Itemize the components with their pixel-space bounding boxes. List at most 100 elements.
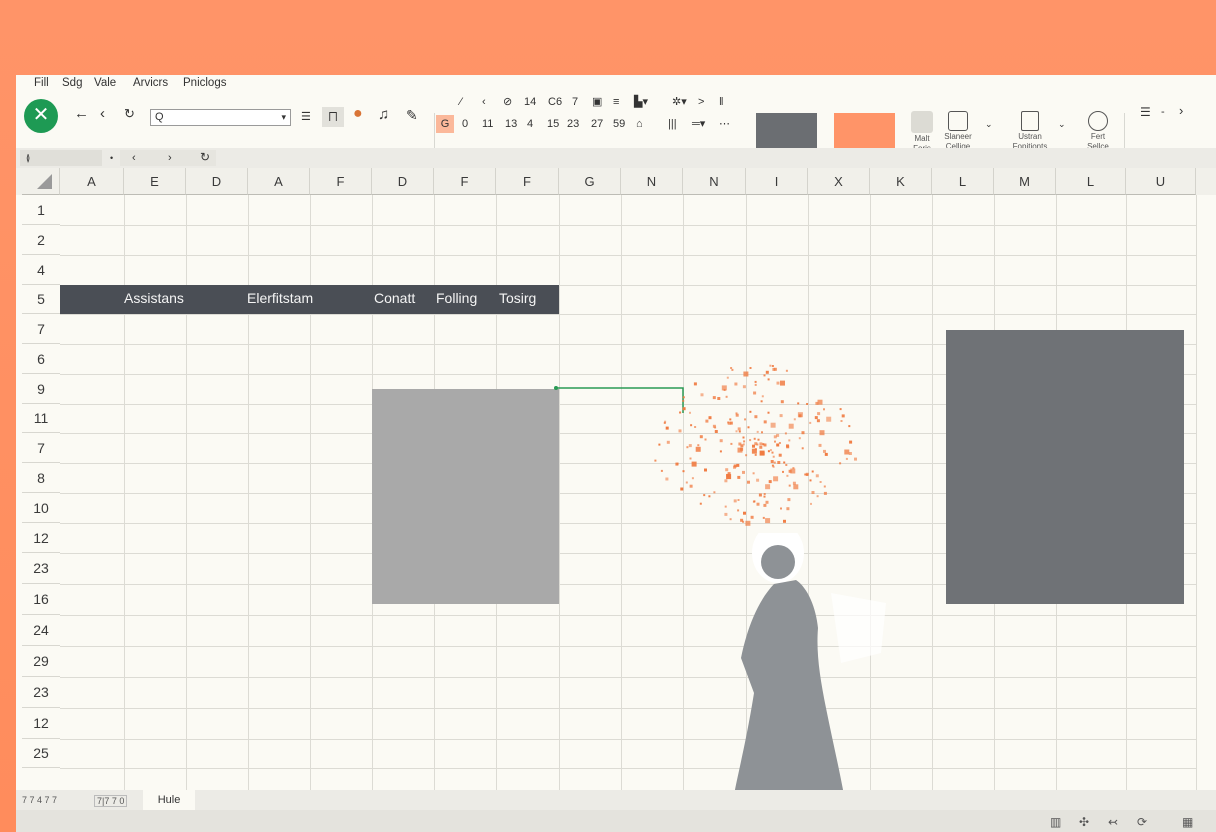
row-header-2[interactable]: 2 (22, 225, 60, 255)
header-cell-conatt[interactable]: Conatt (374, 290, 415, 306)
border-icon[interactable]: ▣ (592, 95, 602, 109)
row-header-3[interactable]: 4 (22, 255, 60, 285)
chart-placeholder-block[interactable] (946, 330, 1184, 604)
chevron-down-icon[interactable]: ⌄ (1058, 117, 1066, 131)
row-header-6[interactable]: 6 (22, 344, 60, 374)
font-number-4[interactable]: 15 (547, 117, 559, 131)
sheet-index-box[interactable]: 7|7 7 0 (94, 795, 128, 807)
row-header-11[interactable]: 10 (22, 493, 60, 523)
undo-icon[interactable]: ‹ (100, 106, 105, 121)
slaneer-cellige-button[interactable]: Slaneer Cellige (934, 111, 982, 151)
fert-sellce-button[interactable]: Fert Sellce (1074, 111, 1122, 151)
column-header-2[interactable]: E (124, 168, 186, 195)
row-header-4[interactable]: 5 (22, 285, 60, 314)
column-header-11[interactable]: N (683, 168, 746, 195)
refresh-icon[interactable]: ↻ (200, 150, 210, 164)
row-header-19[interactable]: 25 (22, 739, 60, 768)
row-header-5[interactable]: 7 (22, 314, 60, 344)
lines-icon[interactable]: ═▾ (692, 117, 705, 131)
format-value-c6[interactable]: C6 (548, 95, 562, 109)
sheet-tab-hule[interactable]: Hule (143, 790, 195, 810)
menu-pniclogs[interactable]: Pniclogs (183, 77, 226, 89)
column-header-14[interactable]: K (870, 168, 932, 195)
cell-ref-box[interactable] (20, 150, 102, 166)
font-number-2[interactable]: 13 (505, 117, 517, 131)
select-all-corner[interactable] (22, 168, 60, 195)
sparkle-icon[interactable]: ✲▾ (672, 95, 687, 109)
row-header-12[interactable]: 12 (22, 523, 60, 553)
column-header-7[interactable]: F (434, 168, 496, 195)
header-cell-folling[interactable]: Folling (436, 290, 477, 306)
page-layout-icon[interactable]: ▥ (1050, 815, 1061, 829)
minus-icon[interactable]: - (1161, 105, 1165, 119)
header-cell-elerfitstam[interactable]: Elerfitstam (247, 290, 313, 306)
format-value-7[interactable]: 7 (572, 95, 578, 109)
format-value-14[interactable]: 14 (524, 95, 536, 109)
menu-vale[interactable]: Vale (94, 77, 116, 89)
menu-arvicrs[interactable]: Arvicrs (133, 77, 168, 89)
barcode-icon[interactable]: ||| (668, 117, 677, 131)
highlight-icon[interactable]: G (436, 115, 454, 133)
zoom-icon[interactable]: ▦ (1182, 815, 1193, 829)
chevron-right-icon[interactable]: › (168, 151, 172, 165)
lock-icon[interactable]: ⌂ (636, 117, 643, 131)
row-header-10[interactable]: 8 (22, 463, 60, 493)
redo-icon[interactable]: ↻ (124, 107, 135, 121)
menu-fill[interactable]: Fill (34, 77, 49, 89)
column-header-12[interactable]: I (746, 168, 808, 195)
sheet-nav-arrows[interactable]: 7 7 4 7 7 (22, 795, 57, 805)
arrow-left-icon[interactable]: ↢ (1108, 815, 1118, 829)
link-icon[interactable]: ⊘ (503, 95, 512, 109)
music-note-icon[interactable]: ♫ (378, 107, 389, 122)
column-header-17[interactable]: L (1056, 168, 1126, 195)
more-icon[interactable]: ⋯ (719, 117, 730, 131)
sync-icon[interactable]: ⟳ (1137, 815, 1147, 829)
column-header-3[interactable]: D (186, 168, 248, 195)
row-header-9[interactable]: 7 (22, 433, 60, 463)
selected-range-block[interactable] (372, 389, 559, 604)
row-header-16[interactable]: 29 (22, 646, 60, 677)
chevron-right-icon[interactable]: › (1179, 104, 1183, 118)
font-number-0[interactable]: 0 (462, 117, 468, 131)
fill-icon[interactable]: ▙▾ (634, 95, 648, 109)
chevron-down-icon[interactable]: ⌄ (985, 117, 993, 131)
menu-sdg[interactable]: Sdg (62, 77, 82, 89)
column-header-13[interactable]: X (808, 168, 870, 195)
pencil-icon[interactable]: ⁄ (460, 95, 462, 109)
column-header-9[interactable]: G (559, 168, 621, 195)
ustran-button[interactable]: Ustran Fopitionts (1006, 111, 1054, 151)
name-box[interactable]: Q ▾ (150, 109, 291, 126)
font-number-7[interactable]: 59 (613, 117, 625, 131)
row-header-17[interactable]: 23 (22, 677, 60, 708)
format-painter-icon[interactable]: ⨅ (322, 107, 344, 127)
header-cell-tosirg[interactable]: Tosirg (499, 290, 536, 306)
excel-logo-icon[interactable]: ✕ (24, 99, 58, 133)
column-header-5[interactable]: F (310, 168, 372, 195)
column-header-10[interactable]: N (621, 168, 683, 195)
dark-color-swatch[interactable] (756, 113, 817, 153)
header-cell-assistans[interactable]: Assistans (124, 290, 184, 306)
pen-icon[interactable]: ✎ (406, 108, 418, 122)
row-header-7[interactable]: 9 (22, 374, 60, 404)
column-header-8[interactable]: F (496, 168, 559, 195)
column-header-4[interactable]: A (248, 168, 310, 195)
row-header-13[interactable]: 23 (22, 553, 60, 584)
column-header-6[interactable]: D (372, 168, 434, 195)
accent-color-swatch[interactable] (834, 113, 895, 153)
column-header-15[interactable]: L (932, 168, 994, 195)
filter-icon[interactable]: ☰ (1140, 105, 1151, 119)
row-header-8[interactable]: 11 (22, 404, 60, 433)
row-header-14[interactable]: 16 (22, 584, 60, 615)
column-header-1[interactable]: A (60, 168, 124, 195)
user-icon[interactable]: ● (353, 106, 363, 122)
row-header-18[interactable]: 12 (22, 708, 60, 739)
row-header-1[interactable]: 1 (22, 195, 60, 225)
column-header-18[interactable]: U (1126, 168, 1196, 195)
columns-icon[interactable]: ‖ (719, 95, 724, 109)
forward-icon[interactable]: > (698, 95, 704, 109)
font-number-6[interactable]: 27 (591, 117, 603, 131)
back-arrow-icon[interactable]: ← (74, 106, 89, 121)
arrow-icon[interactable]: ‹ (482, 95, 486, 109)
cell-grid[interactable]: AEDAFDFFGNNIXKLMLU 1 2 4 5 7 6 9 11 7 8 10 12 23 16 24… (16, 168, 1216, 795)
list-icon[interactable]: ≡ (613, 95, 619, 109)
